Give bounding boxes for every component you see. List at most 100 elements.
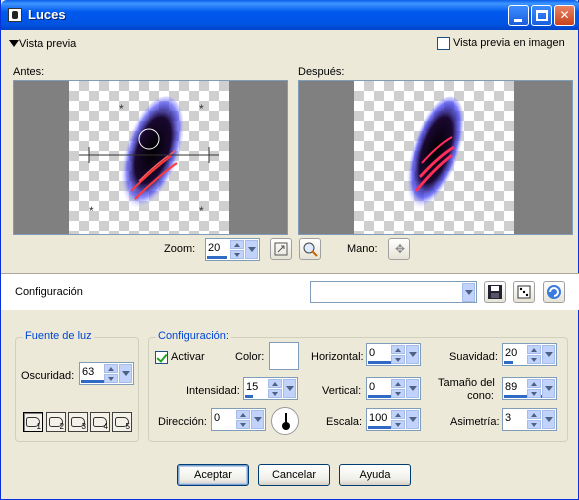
- ok-button[interactable]: Aceptar: [177, 464, 249, 486]
- light-4-button[interactable]: 4: [90, 412, 110, 432]
- darkness-up-arrow[interactable]: [104, 364, 118, 373]
- darkness-stepper[interactable]: [104, 364, 118, 383]
- light-4-number: 4: [103, 422, 108, 431]
- intensity-up-arrow[interactable]: [268, 379, 282, 388]
- cone-size-dropdown-arrow[interactable]: [542, 379, 555, 398]
- intensity-spinner[interactable]: 15: [243, 377, 298, 400]
- vertical-stepper[interactable]: [391, 379, 405, 398]
- direction-value: 0: [214, 412, 221, 424]
- intensity-stepper[interactable]: [268, 379, 282, 398]
- title-bar[interactable]: Luces ✕: [1, 0, 579, 30]
- light-2-button[interactable]: 2: [46, 412, 66, 432]
- cone-size-label-line2: cono:: [467, 390, 494, 402]
- scale-down-arrow[interactable]: [391, 420, 405, 429]
- scale-value: 100: [369, 412, 388, 424]
- preset-select[interactable]: [310, 281, 477, 303]
- darkness-down-arrow[interactable]: [104, 374, 118, 383]
- intensity-down-arrow[interactable]: [268, 389, 282, 398]
- settings-title: Configuración:: [156, 330, 231, 342]
- after-label: Después:: [298, 66, 345, 78]
- horizontal-up-arrow[interactable]: [391, 345, 405, 354]
- smoothness-stepper[interactable]: [527, 345, 541, 364]
- preview-toggle[interactable]: Vista previa: [9, 38, 99, 52]
- horizontal-label: Horizontal:: [311, 351, 364, 363]
- horizontal-stepper[interactable]: [391, 345, 405, 364]
- save-preset-button[interactable]: [484, 281, 506, 303]
- maximize-button[interactable]: [531, 5, 552, 26]
- zoom-dropdown-arrow[interactable]: [245, 240, 258, 259]
- asymmetry-dropdown-arrow[interactable]: [542, 410, 555, 429]
- direction-spinner[interactable]: 0: [211, 408, 266, 431]
- asymmetry-down-arrow[interactable]: [527, 420, 541, 429]
- zoom-down-arrow[interactable]: [230, 250, 244, 259]
- light-1-number: 1: [36, 422, 41, 431]
- cone-size-up-arrow[interactable]: [527, 379, 541, 388]
- darkness-dropdown-arrow[interactable]: [119, 364, 132, 383]
- darkness-label: Oscuridad:: [21, 370, 75, 382]
- scale-dropdown-arrow[interactable]: [406, 410, 419, 429]
- asymmetry-spinner[interactable]: 3: [502, 408, 557, 431]
- before-preview[interactable]: * * * *: [13, 80, 288, 235]
- zoom-to-fit-button[interactable]: [270, 238, 292, 260]
- smoothness-down-arrow[interactable]: [527, 355, 541, 364]
- asymmetry-up-arrow[interactable]: [527, 410, 541, 419]
- cancel-button[interactable]: Cancelar: [258, 464, 330, 486]
- vertical-spinner[interactable]: 0: [366, 377, 421, 400]
- vertical-dropdown-arrow[interactable]: [406, 379, 419, 398]
- intensity-slider-fill: [245, 395, 253, 398]
- preset-dropdown-arrow[interactable]: [462, 283, 475, 302]
- image-preview-checkbox[interactable]: [437, 37, 450, 50]
- light-3-number: 3: [81, 422, 86, 431]
- close-button[interactable]: ✕: [554, 5, 575, 26]
- window-title: Luces: [28, 7, 66, 22]
- horizontal-down-arrow[interactable]: [391, 355, 405, 364]
- cone-size-value: 89: [505, 381, 518, 393]
- cone-size-down-arrow[interactable]: [527, 389, 541, 398]
- asymmetry-stepper[interactable]: [527, 410, 541, 429]
- cone-size-stepper[interactable]: [527, 379, 541, 398]
- darkness-value: 63: [82, 366, 95, 378]
- cone-size-label-line1: Tamaño del: [438, 377, 495, 389]
- color-swatch[interactable]: [269, 342, 299, 370]
- smoothness-dropdown-arrow[interactable]: [542, 345, 555, 364]
- zoom-tool-button[interactable]: [299, 238, 321, 260]
- direction-dropdown-arrow[interactable]: [251, 410, 264, 429]
- vertical-slider-fill: [368, 395, 393, 398]
- light-1-button[interactable]: 1: [23, 412, 43, 432]
- zoom-spinner[interactable]: 20: [205, 238, 260, 261]
- smoothness-up-arrow[interactable]: [527, 345, 541, 354]
- darkness-spinner[interactable]: 63: [79, 362, 134, 385]
- cone-size-spinner[interactable]: 89: [502, 377, 557, 400]
- app-icon: [8, 8, 22, 22]
- smoothness-spinner[interactable]: 20: [502, 343, 557, 366]
- randomize-button[interactable]: [513, 281, 535, 303]
- svg-text:*: *: [119, 102, 124, 116]
- direction-down-arrow[interactable]: [236, 420, 250, 429]
- vertical-down-arrow[interactable]: [391, 389, 405, 398]
- zoom-slider-fill: [207, 256, 227, 259]
- direction-up-arrow[interactable]: [236, 410, 250, 419]
- vertical-up-arrow[interactable]: [391, 379, 405, 388]
- zoom-stepper[interactable]: [230, 240, 244, 259]
- floppy-disk-icon: [488, 285, 502, 299]
- light-2-number: 2: [59, 422, 64, 431]
- image-preview-label: Vista previa en imagen: [453, 37, 565, 49]
- light-3-button[interactable]: 3: [68, 412, 88, 432]
- scale-stepper[interactable]: [391, 410, 405, 429]
- intensity-dropdown-arrow[interactable]: [283, 379, 296, 398]
- direction-stepper[interactable]: [236, 410, 250, 429]
- horizontal-spinner[interactable]: 0: [366, 343, 421, 366]
- zoom-fit-icon: [274, 242, 288, 256]
- scale-up-arrow[interactable]: [391, 410, 405, 419]
- reset-button[interactable]: [543, 281, 565, 303]
- zoom-up-arrow[interactable]: [230, 240, 244, 249]
- light-5-button[interactable]: 5: [112, 412, 132, 432]
- minimize-button[interactable]: [508, 5, 529, 26]
- scale-spinner[interactable]: 100: [366, 408, 421, 431]
- hand-tool-button[interactable]: ✥: [388, 238, 410, 260]
- activate-checkbox[interactable]: [155, 351, 168, 364]
- preset-label: Configuración: [15, 286, 83, 298]
- horizontal-dropdown-arrow[interactable]: [406, 345, 419, 364]
- direction-dial[interactable]: [271, 407, 299, 435]
- help-button[interactable]: Ayuda: [339, 464, 411, 486]
